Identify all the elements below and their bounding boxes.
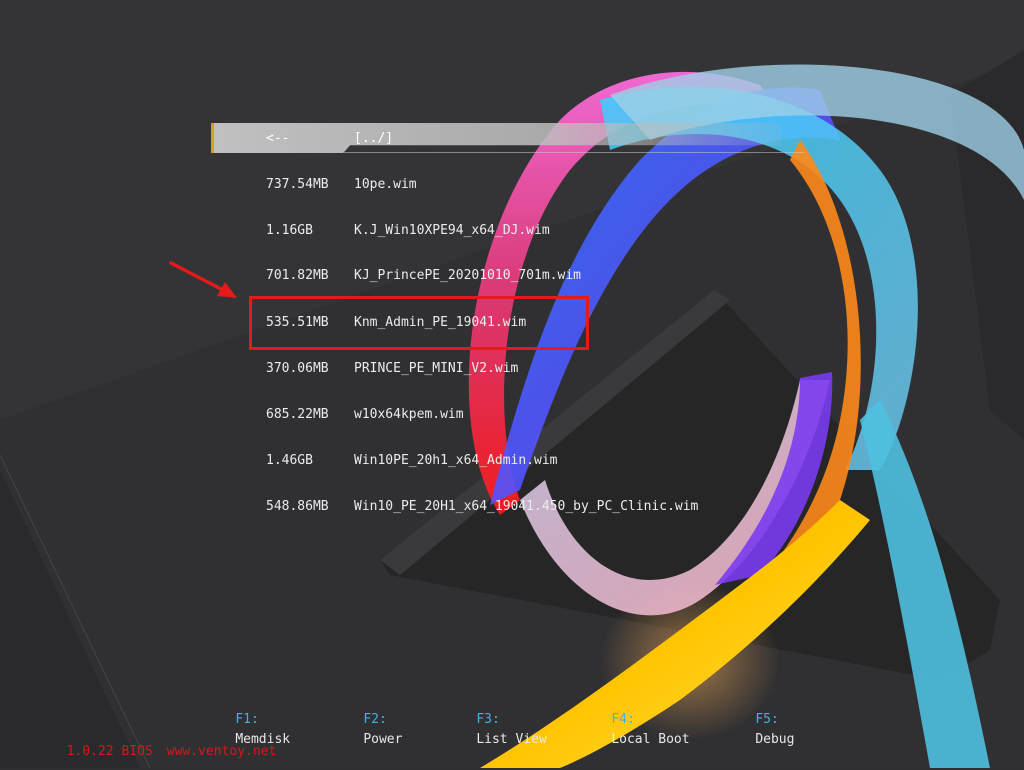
file-size: 685.22MB: [266, 407, 329, 422]
hotkey-label: Power: [363, 732, 403, 747]
file-name: K.J_Win10XPE94_x64_DJ.wim: [354, 223, 550, 238]
hotkey-key: F2:: [363, 712, 387, 727]
hotkey-label: Local Boot: [611, 732, 690, 747]
file-name: Win10PE_20h1_x64_Admin.wim: [354, 453, 558, 468]
file-size: 1.16GB: [266, 223, 313, 238]
hotkey-power[interactable]: F2: Power: [332, 690, 402, 770]
hotkey-key: F1:: [235, 712, 259, 727]
file-name: w10x64kpem.wim: [354, 407, 464, 422]
hotkey-label: List View: [476, 732, 547, 747]
file-size: 548.86MB: [266, 499, 329, 514]
red-arrow-icon: [169, 261, 237, 298]
file-name: KJ_PrincePE_20201010_701m.wim: [354, 268, 581, 283]
version-text: 1.0.22 BIOS: [66, 744, 153, 759]
hotkey-label: Debug: [755, 732, 795, 747]
hotkey-key: F4:: [611, 712, 635, 727]
selection-underline: [344, 152, 804, 153]
hotkey-key: F3:: [476, 712, 500, 727]
file-name: [../]: [354, 131, 394, 146]
file-size: 737.54MB: [266, 177, 329, 192]
hotkey-local-boot[interactable]: F4: Local Boot: [580, 690, 690, 770]
website-text: www.ventoy.net: [166, 744, 277, 759]
highlight-box: [249, 296, 589, 350]
file-name: 10pe.wim: [354, 177, 417, 192]
file-size: 1.46GB: [266, 453, 313, 468]
selection-accent: [211, 123, 214, 153]
hotkey-bar: F1: Memdisk F2: Power F3: List View F4: …: [0, 690, 1024, 747]
ventoy-background: [0, 0, 1024, 768]
file-size: 370.06MB: [266, 361, 329, 376]
hotkey-list-view[interactable]: F3: List View: [445, 690, 547, 770]
file-size: <--: [266, 131, 290, 146]
file-size: 701.82MB: [266, 268, 329, 283]
file-name: PRINCE_PE_MINI_V2.wim: [354, 361, 519, 376]
version-info: 1.0.22 BIOS www.ventoy.net: [51, 729, 277, 759]
file-name: Win10_PE_20H1_x64_19041.450_by_PC_Clinic…: [354, 499, 699, 514]
hotkey-debug[interactable]: F5: Debug: [724, 690, 794, 770]
hotkey-key: F5:: [755, 712, 779, 727]
